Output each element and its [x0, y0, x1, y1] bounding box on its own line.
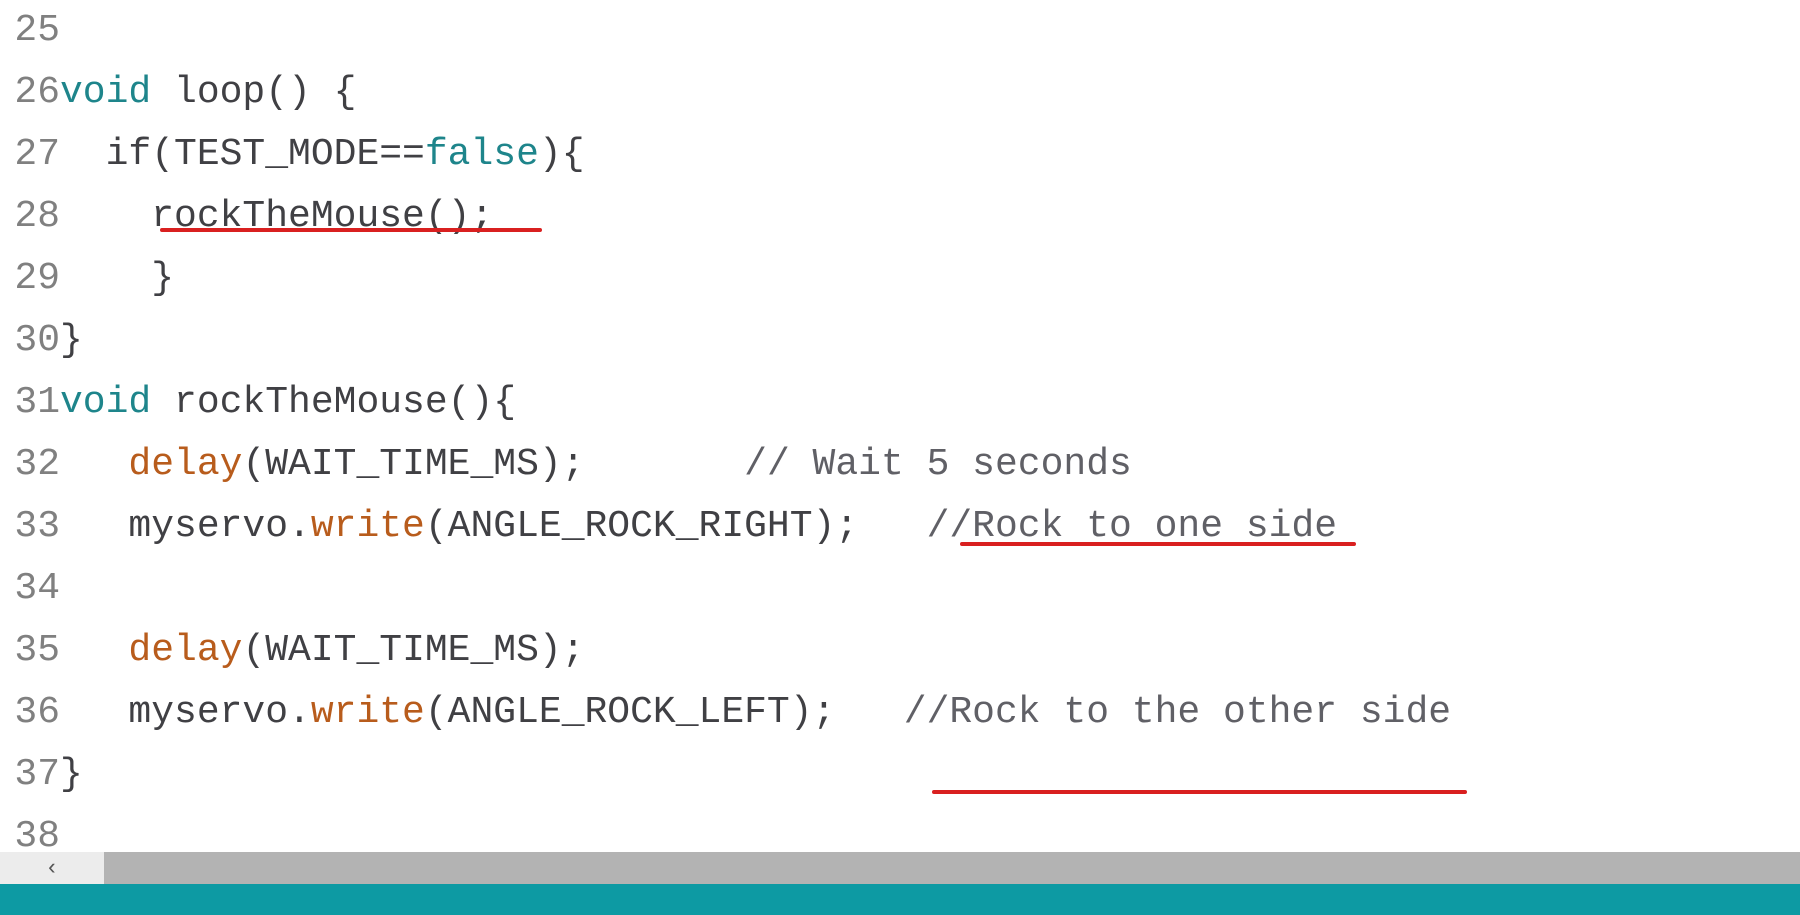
- code-token: write: [311, 505, 425, 548]
- status-bar: [0, 884, 1800, 915]
- code-line[interactable]: 31void rockTheMouse(){: [0, 372, 1800, 434]
- line-content[interactable]: }: [60, 744, 83, 806]
- code-editor[interactable]: 2526void loop() {27 if(TEST_MODE==false)…: [0, 0, 1800, 885]
- line-content[interactable]: }: [60, 248, 174, 310]
- code-token: delay: [128, 629, 242, 672]
- code-line[interactable]: 32 delay(WAIT_TIME_MS); // Wait 5 second…: [0, 434, 1800, 496]
- line-content[interactable]: delay(WAIT_TIME_MS);: [60, 620, 585, 682]
- code-line[interactable]: 28 rockTheMouse();: [0, 186, 1800, 248]
- line-content[interactable]: delay(WAIT_TIME_MS); // Wait 5 seconds: [60, 434, 1132, 496]
- line-number: 30: [0, 310, 60, 372]
- code-token: rockTheMouse(){: [151, 381, 516, 424]
- line-number: 34: [0, 558, 60, 620]
- code-token: //Rock to the other side: [904, 691, 1451, 734]
- code-token: (ANGLE_ROCK_LEFT);: [425, 691, 904, 734]
- code-token: [60, 629, 128, 672]
- line-number: 27: [0, 124, 60, 186]
- line-content[interactable]: rockTheMouse();: [60, 186, 493, 248]
- code-line[interactable]: 35 delay(WAIT_TIME_MS);: [0, 620, 1800, 682]
- line-content[interactable]: myservo.write(ANGLE_ROCK_RIGHT); //Rock …: [60, 496, 1337, 558]
- code-area[interactable]: 2526void loop() {27 if(TEST_MODE==false)…: [0, 0, 1800, 868]
- rock-one-side-underline: [960, 542, 1356, 546]
- code-token: myservo.: [60, 691, 311, 734]
- line-number: 33: [0, 496, 60, 558]
- code-token: void: [60, 71, 151, 114]
- code-line[interactable]: 37}: [0, 744, 1800, 806]
- code-token: myservo.: [60, 505, 311, 548]
- line-content[interactable]: if(TEST_MODE==false){: [60, 124, 585, 186]
- code-token: (WAIT_TIME_MS);: [242, 629, 584, 672]
- code-token: delay: [128, 443, 242, 486]
- code-token: [60, 443, 128, 486]
- line-number: 31: [0, 372, 60, 434]
- code-token: false: [425, 133, 539, 176]
- code-line[interactable]: 34: [0, 558, 1800, 620]
- line-content[interactable]: void loop() {: [60, 62, 356, 124]
- code-line[interactable]: 29 }: [0, 248, 1800, 310]
- code-token: // Wait 5 seconds: [744, 443, 1132, 486]
- code-token: }: [60, 257, 174, 300]
- rockTheMouse-call-underline: [160, 228, 542, 232]
- code-token: write: [311, 691, 425, 734]
- chevron-left-icon: ‹: [45, 856, 58, 881]
- line-content[interactable]: myservo.write(ANGLE_ROCK_LEFT); //Rock t…: [60, 682, 1451, 744]
- code-line[interactable]: 27 if(TEST_MODE==false){: [0, 124, 1800, 186]
- code-line[interactable]: 33 myservo.write(ANGLE_ROCK_RIGHT); //Ro…: [0, 496, 1800, 558]
- code-token: (ANGLE_ROCK_RIGHT);: [425, 505, 927, 548]
- code-line[interactable]: 36 myservo.write(ANGLE_ROCK_LEFT); //Roc…: [0, 682, 1800, 744]
- hscroll-track[interactable]: [104, 852, 1800, 884]
- rock-other-side-underline: [932, 790, 1467, 794]
- code-token: (WAIT_TIME_MS);: [242, 443, 744, 486]
- code-line[interactable]: 30}: [0, 310, 1800, 372]
- line-number: 32: [0, 434, 60, 496]
- line-number: 29: [0, 248, 60, 310]
- code-line[interactable]: 26void loop() {: [0, 62, 1800, 124]
- code-token: }: [60, 319, 83, 362]
- code-line[interactable]: 25: [0, 0, 1800, 62]
- line-number: 35: [0, 620, 60, 682]
- horizontal-scrollbar[interactable]: ‹: [0, 852, 1800, 884]
- line-number: 25: [0, 0, 60, 62]
- code-token: loop() {: [151, 71, 356, 114]
- line-content[interactable]: }: [60, 310, 83, 372]
- line-number: 26: [0, 62, 60, 124]
- code-token: ){: [539, 133, 585, 176]
- line-number: 36: [0, 682, 60, 744]
- line-number: 37: [0, 744, 60, 806]
- line-content[interactable]: void rockTheMouse(){: [60, 372, 516, 434]
- code-token: if(TEST_MODE==: [60, 133, 425, 176]
- line-number: 28: [0, 186, 60, 248]
- code-token: }: [60, 753, 83, 796]
- hscroll-left-button[interactable]: ‹: [0, 852, 104, 884]
- code-token: void: [60, 381, 151, 424]
